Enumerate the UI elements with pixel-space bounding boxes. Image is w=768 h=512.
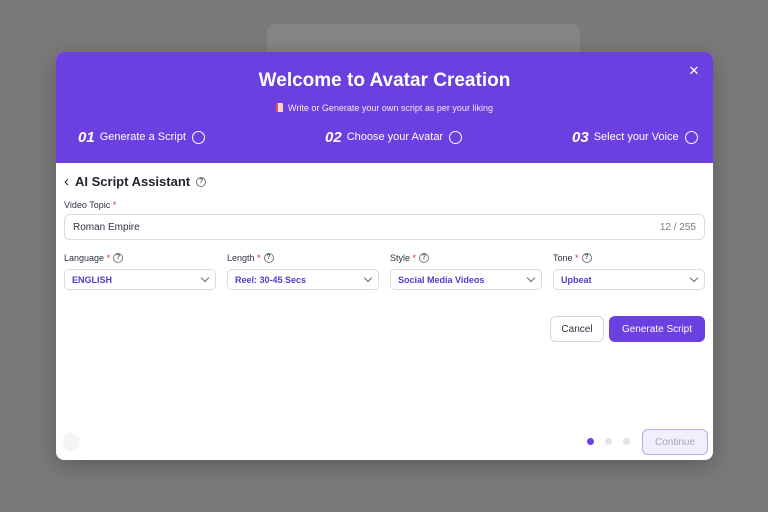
chevron-left-icon[interactable]: ‹ <box>64 173 69 190</box>
tone-value: Upbeat <box>561 274 592 285</box>
help-icon[interactable]: ? <box>581 253 592 263</box>
style-select[interactable]: Social Media Videos <box>390 269 542 290</box>
help-icon[interactable]: ? <box>419 253 430 263</box>
style-label: Style *? <box>390 252 542 264</box>
step-number: 03 <box>572 128 589 146</box>
pagination-dots <box>587 438 630 445</box>
modal-header: Welcome to Avatar Creation Write or Gene… <box>56 52 713 163</box>
help-icon[interactable]: ? <box>196 176 207 187</box>
style-field: Style *? Social Media Videos <box>390 252 542 290</box>
modal-title: Welcome to Avatar Creation <box>258 70 511 91</box>
modal-subtitle: Write or Generate your own script as per… <box>56 103 713 113</box>
video-topic-input[interactable]: Roman Empire 12 / 255 <box>64 214 705 240</box>
language-select[interactable]: ENGLISH <box>64 269 216 290</box>
pagination-dot-active[interactable] <box>587 438 594 445</box>
step-label: Choose your Avatar <box>346 131 444 143</box>
tone-label: Tone *? <box>553 252 705 264</box>
modal-body: ‹ AI Script Assistant ? Video Topic * Ro… <box>56 163 713 460</box>
assistant-title: AI Script Assistant <box>75 174 191 189</box>
chat-widget-icon[interactable] <box>62 433 80 451</box>
step-generate-script[interactable]: 01 Generate a Script <box>78 128 205 146</box>
language-label: Language *? <box>64 252 216 264</box>
avatar-creation-modal: Welcome to Avatar Creation Write or Gene… <box>56 52 713 460</box>
help-icon[interactable]: ? <box>113 253 124 263</box>
step-label: Generate a Script <box>99 131 186 143</box>
step-choose-avatar[interactable]: 02 Choose your Avatar <box>325 128 463 146</box>
pagination-dot[interactable] <box>623 438 630 445</box>
character-count: 12 / 255 <box>659 221 696 233</box>
section-title: ‹ AI Script Assistant ? <box>64 173 207 190</box>
step-select-voice[interactable]: 03 Select your Voice <box>572 128 698 146</box>
step-number: 01 <box>78 128 95 146</box>
step-status-circle-icon <box>449 130 463 144</box>
close-icon[interactable]: ✕ <box>687 64 701 78</box>
language-field: Language *? ENGLISH <box>64 252 216 290</box>
length-label: Length *? <box>227 252 379 264</box>
language-value: ENGLISH <box>72 274 113 285</box>
generate-script-button[interactable]: Generate Script <box>609 316 705 342</box>
step-status-circle-icon <box>684 130 698 144</box>
video-topic-value: Roman Empire <box>73 221 140 233</box>
style-value: Social Media Videos <box>398 274 485 285</box>
step-number: 02 <box>325 128 342 146</box>
chevron-down-icon <box>526 273 536 283</box>
step-status-circle-icon <box>191 130 205 144</box>
continue-button[interactable]: Continue <box>642 429 708 455</box>
required-mark: * <box>112 200 117 210</box>
tone-field: Tone *? Upbeat <box>553 252 705 290</box>
length-select[interactable]: Reel: 30-45 Secs <box>227 269 379 290</box>
step-label: Select your Voice <box>593 131 679 143</box>
help-icon[interactable]: ? <box>263 253 274 263</box>
pagination-dot[interactable] <box>605 438 612 445</box>
chevron-down-icon <box>200 273 210 283</box>
length-field: Length *? Reel: 30-45 Secs <box>227 252 379 290</box>
document-icon <box>276 103 284 112</box>
video-topic-label: Video Topic * <box>64 200 117 210</box>
chevron-down-icon <box>689 273 699 283</box>
tone-select[interactable]: Upbeat <box>553 269 705 290</box>
cancel-button[interactable]: Cancel <box>550 316 604 342</box>
subtitle-text: Write or Generate your own script as per… <box>288 103 493 113</box>
length-value: Reel: 30-45 Secs <box>235 274 307 285</box>
chevron-down-icon <box>363 273 373 283</box>
